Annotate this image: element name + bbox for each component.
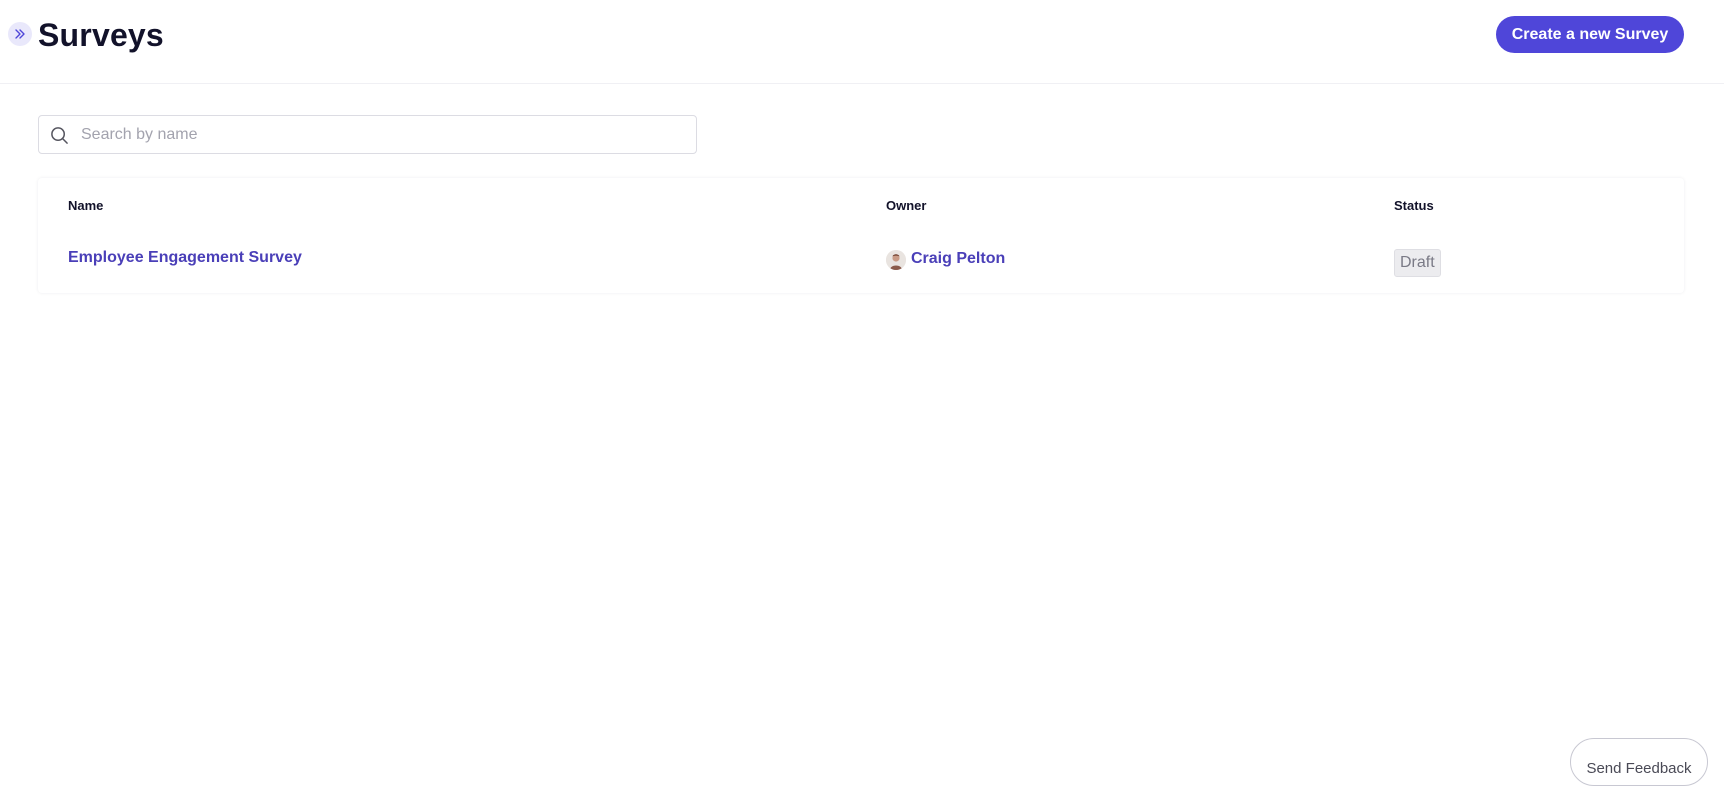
send-feedback-button[interactable]: Send Feedback	[1570, 738, 1708, 786]
page-header: Surveys Create a new Survey	[0, 0, 1724, 84]
column-header-status: Status	[1394, 198, 1434, 213]
survey-name-link[interactable]: Employee Engagement Survey	[68, 249, 302, 266]
owner-link[interactable]: Craig Pelton	[911, 250, 1005, 268]
avatar	[886, 250, 906, 270]
create-survey-button[interactable]: Create a new Survey	[1496, 16, 1684, 53]
search-icon	[51, 127, 68, 144]
column-header-owner: Owner	[886, 198, 927, 213]
name-cell: Employee Engagement Survey	[68, 249, 302, 267]
column-header-name: Name	[68, 198, 104, 213]
search-box	[38, 115, 697, 154]
status-badge: Draft	[1394, 249, 1441, 277]
surveys-table: Name Owner Status Employee Engagement Su…	[38, 178, 1684, 293]
search-input[interactable]	[79, 116, 689, 153]
owner-cell: Craig Pelton	[886, 249, 1005, 270]
chevrons-right-icon	[15, 29, 25, 39]
page-title: Surveys	[38, 17, 164, 53]
sidebar-expand-button[interactable]	[8, 22, 32, 46]
